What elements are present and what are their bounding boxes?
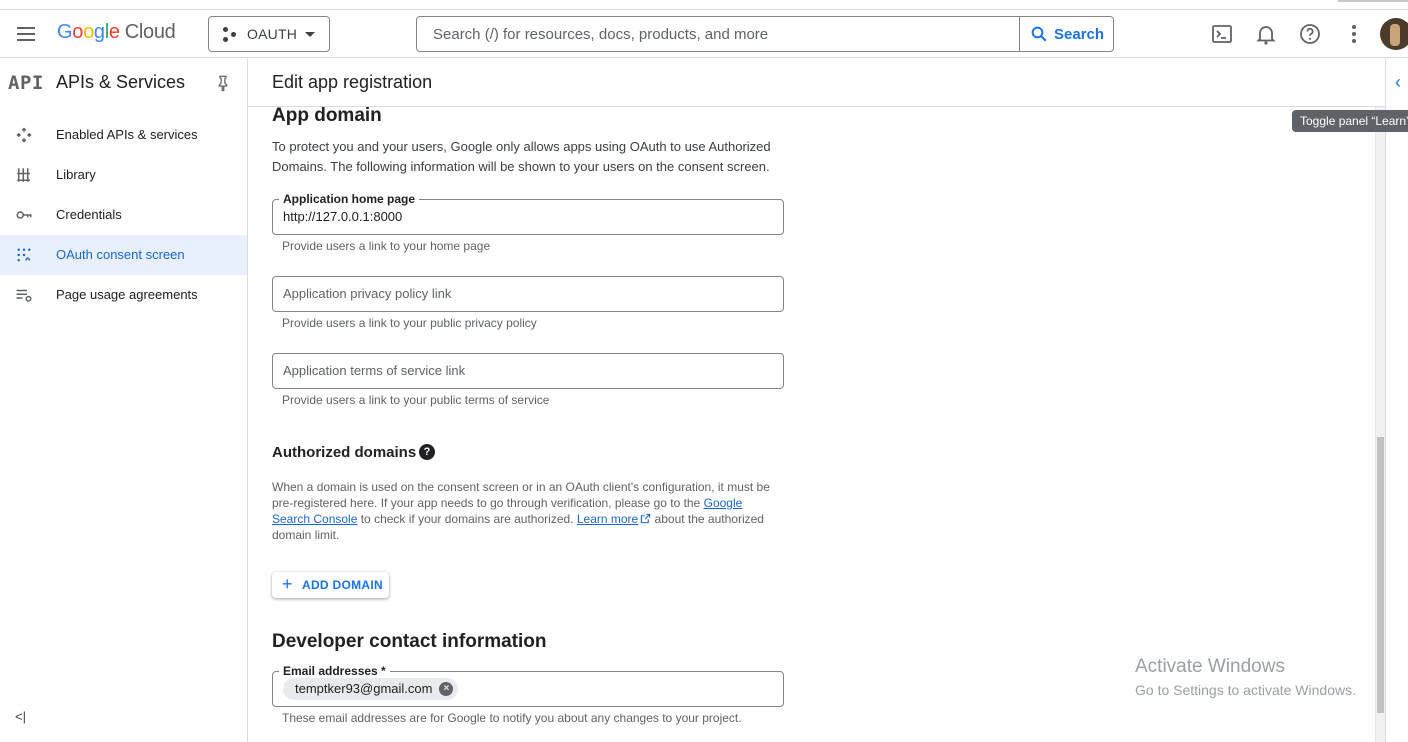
- help-circle-icon[interactable]: ?: [419, 444, 435, 460]
- main-content: Edit app registration App domain To prot…: [248, 59, 1408, 742]
- project-selector[interactable]: OAUTH: [208, 16, 330, 52]
- sidebar: API APIs & Services Enabled APIs & servi…: [0, 59, 248, 742]
- watermark-line-2: Go to Settings to activate Windows.: [1135, 682, 1356, 698]
- pin-icon[interactable]: [214, 74, 232, 92]
- sidebar-item-credentials[interactable]: Credentials: [0, 195, 247, 235]
- authorized-domains-description: When a domain is used on the consent scr…: [272, 479, 782, 543]
- learn-panel-rail: [1385, 59, 1408, 742]
- email-addresses-hint: These email addresses are for Google to …: [282, 711, 742, 725]
- top-bar: Google Cloud OAUTH Search: [0, 10, 1408, 58]
- sidebar-item-library[interactable]: Library: [0, 155, 247, 195]
- search-input[interactable]: [417, 17, 1021, 51]
- windows-activation-watermark: Activate Windows Go to Settings to activ…: [1135, 656, 1356, 698]
- sidebar-item-page-usage[interactable]: Page usage agreements: [0, 275, 247, 315]
- api-logo: API: [8, 72, 44, 94]
- sidebar-nav: Enabled APIs & services Library Credenti…: [0, 115, 247, 315]
- email-addresses-label: Email addresses *: [279, 664, 390, 678]
- avatar[interactable]: [1380, 18, 1408, 50]
- search-icon: [1031, 26, 1047, 42]
- remove-chip-icon[interactable]: ×: [439, 682, 454, 696]
- cloud-shell-icon[interactable]: [1210, 22, 1234, 46]
- app-domain-heading: App domain: [272, 105, 382, 126]
- page-title: Edit app registration: [272, 72, 433, 92]
- privacy-policy-field: [272, 276, 784, 312]
- learn-more-link[interactable]: Learn more: [577, 512, 638, 526]
- sidebar-item-label: Credentials: [56, 207, 122, 222]
- privacy-policy-hint: Provide users a link to your public priv…: [282, 316, 537, 330]
- sidebar-item-oauth-consent[interactable]: OAuth consent screen: [0, 235, 247, 275]
- terms-of-service-hint: Provide users a link to your public term…: [282, 393, 550, 407]
- consent-icon: [15, 246, 33, 264]
- sidebar-item-label: Page usage agreements: [56, 287, 198, 302]
- developer-contact-heading: Developer contact information: [272, 631, 547, 652]
- terms-of-service-field: [272, 353, 784, 389]
- scrollbar-thumb[interactable]: [1377, 437, 1384, 713]
- sidebar-item-label: OAuth consent screen: [56, 247, 185, 262]
- key-icon: [15, 206, 33, 224]
- add-domain-label: ADD DOMAIN: [302, 578, 383, 592]
- terms-of-service-input[interactable]: [283, 363, 773, 378]
- top-strip: [0, 0, 1408, 10]
- email-chip-text: temptker93@gmail.com: [295, 681, 433, 696]
- home-page-field: Application home page: [272, 192, 784, 235]
- add-domain-button[interactable]: + ADD DOMAIN: [272, 572, 389, 598]
- plus-icon: +: [282, 574, 293, 594]
- apis-icon: [15, 126, 33, 144]
- sidebar-item-enabled-apis[interactable]: Enabled APIs & services: [0, 115, 247, 155]
- library-icon: [15, 166, 33, 184]
- sidebar-item-label: Enabled APIs & services: [56, 127, 198, 142]
- search-button-label: Search: [1054, 26, 1105, 43]
- project-name: OAUTH: [247, 26, 297, 42]
- privacy-policy-input[interactable]: [283, 286, 773, 301]
- collapse-sidebar-icon[interactable]: <|: [15, 709, 26, 724]
- email-addresses-field[interactable]: Email addresses * temptker93@gmail.com ×: [272, 664, 784, 707]
- project-icon: [223, 27, 239, 43]
- sidebar-title: APIs & Services: [56, 72, 186, 92]
- page-title-bar: Edit app registration: [248, 59, 1385, 107]
- description-text: to check if your domains are authorized.: [357, 512, 577, 526]
- help-icon[interactable]: [1298, 22, 1322, 46]
- google-cloud-logo[interactable]: Google Cloud: [57, 21, 176, 44]
- email-chip: temptker93@gmail.com ×: [283, 678, 459, 700]
- external-link-icon: [641, 513, 651, 524]
- sidebar-item-label: Library: [56, 167, 96, 182]
- search-bar: Search: [416, 16, 1114, 52]
- watermark-line-1: Activate Windows: [1135, 656, 1285, 677]
- app-domain-intro: To protect you and your users, Google on…: [272, 139, 771, 174]
- main-scrollbar[interactable]: [1375, 107, 1385, 742]
- authorized-domains-heading: Authorized domains: [272, 444, 417, 461]
- chevron-left-icon[interactable]: ‹: [1395, 72, 1401, 93]
- notifications-icon[interactable]: [1254, 22, 1278, 46]
- description-text: When a domain is used on the consent scr…: [272, 480, 770, 510]
- home-page-label: Application home page: [279, 192, 420, 206]
- home-page-hint: Provide users a link to your home page: [282, 239, 491, 253]
- chevron-down-icon: [305, 32, 315, 37]
- tooltip: Toggle panel “Learn”: [1292, 110, 1408, 132]
- settings-list-icon: [15, 286, 33, 304]
- main-menu-icon[interactable]: [14, 22, 38, 46]
- home-page-input[interactable]: [283, 209, 773, 224]
- search-button[interactable]: Search: [1019, 17, 1113, 51]
- more-options-icon[interactable]: [1342, 22, 1366, 46]
